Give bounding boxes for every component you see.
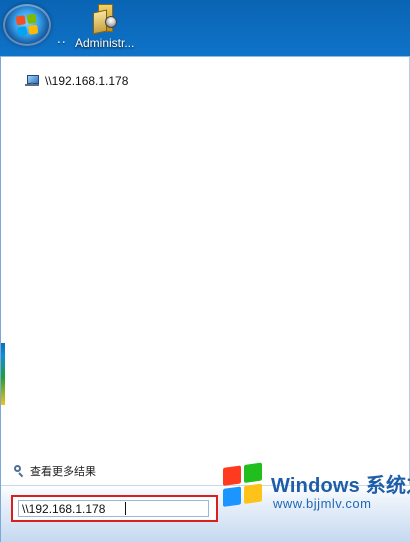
desktop-screen: .. Administr... \\192.168.1.178 查看更多结果 \… [0, 0, 410, 542]
desktop-folder-label: Administr... [75, 36, 135, 50]
magnifier-handle [18, 472, 24, 478]
search-result-label: \\192.168.1.178 [45, 74, 129, 88]
windows-start-orb-icon [15, 13, 39, 37]
search-result-network-computer[interactable]: \\192.168.1.178 [24, 72, 128, 90]
see-more-results-link[interactable]: 查看更多结果 [13, 463, 96, 479]
desktop-truncated-label: .. [57, 32, 67, 46]
start-search-input[interactable] [18, 500, 209, 517]
left-color-accent [1, 343, 5, 405]
windows-logo-red-tile [15, 15, 26, 26]
computer-icon [24, 74, 40, 88]
desktop-administrator-folder[interactable]: Administr... [73, 4, 145, 54]
search-highlight-box [11, 495, 218, 522]
start-button[interactable] [3, 4, 51, 46]
start-menu-search-bar-area [1, 485, 410, 542]
windows-logo-blue-tile [17, 26, 28, 37]
magnifier-ring [14, 465, 21, 472]
user-badge-icon [105, 16, 117, 28]
text-caret [125, 502, 126, 515]
desktop-top-area [0, 0, 410, 56]
start-menu-panel: \\192.168.1.178 查看更多结果 [0, 56, 410, 542]
windows-logo-yellow-tile [28, 24, 39, 35]
see-more-results-label: 查看更多结果 [30, 465, 96, 478]
computer-screen-shape [27, 75, 39, 84]
windows-logo-green-tile [26, 13, 37, 24]
search-icon [13, 465, 25, 478]
administrator-folder-icon [93, 4, 117, 35]
computer-base-shape [25, 84, 39, 86]
